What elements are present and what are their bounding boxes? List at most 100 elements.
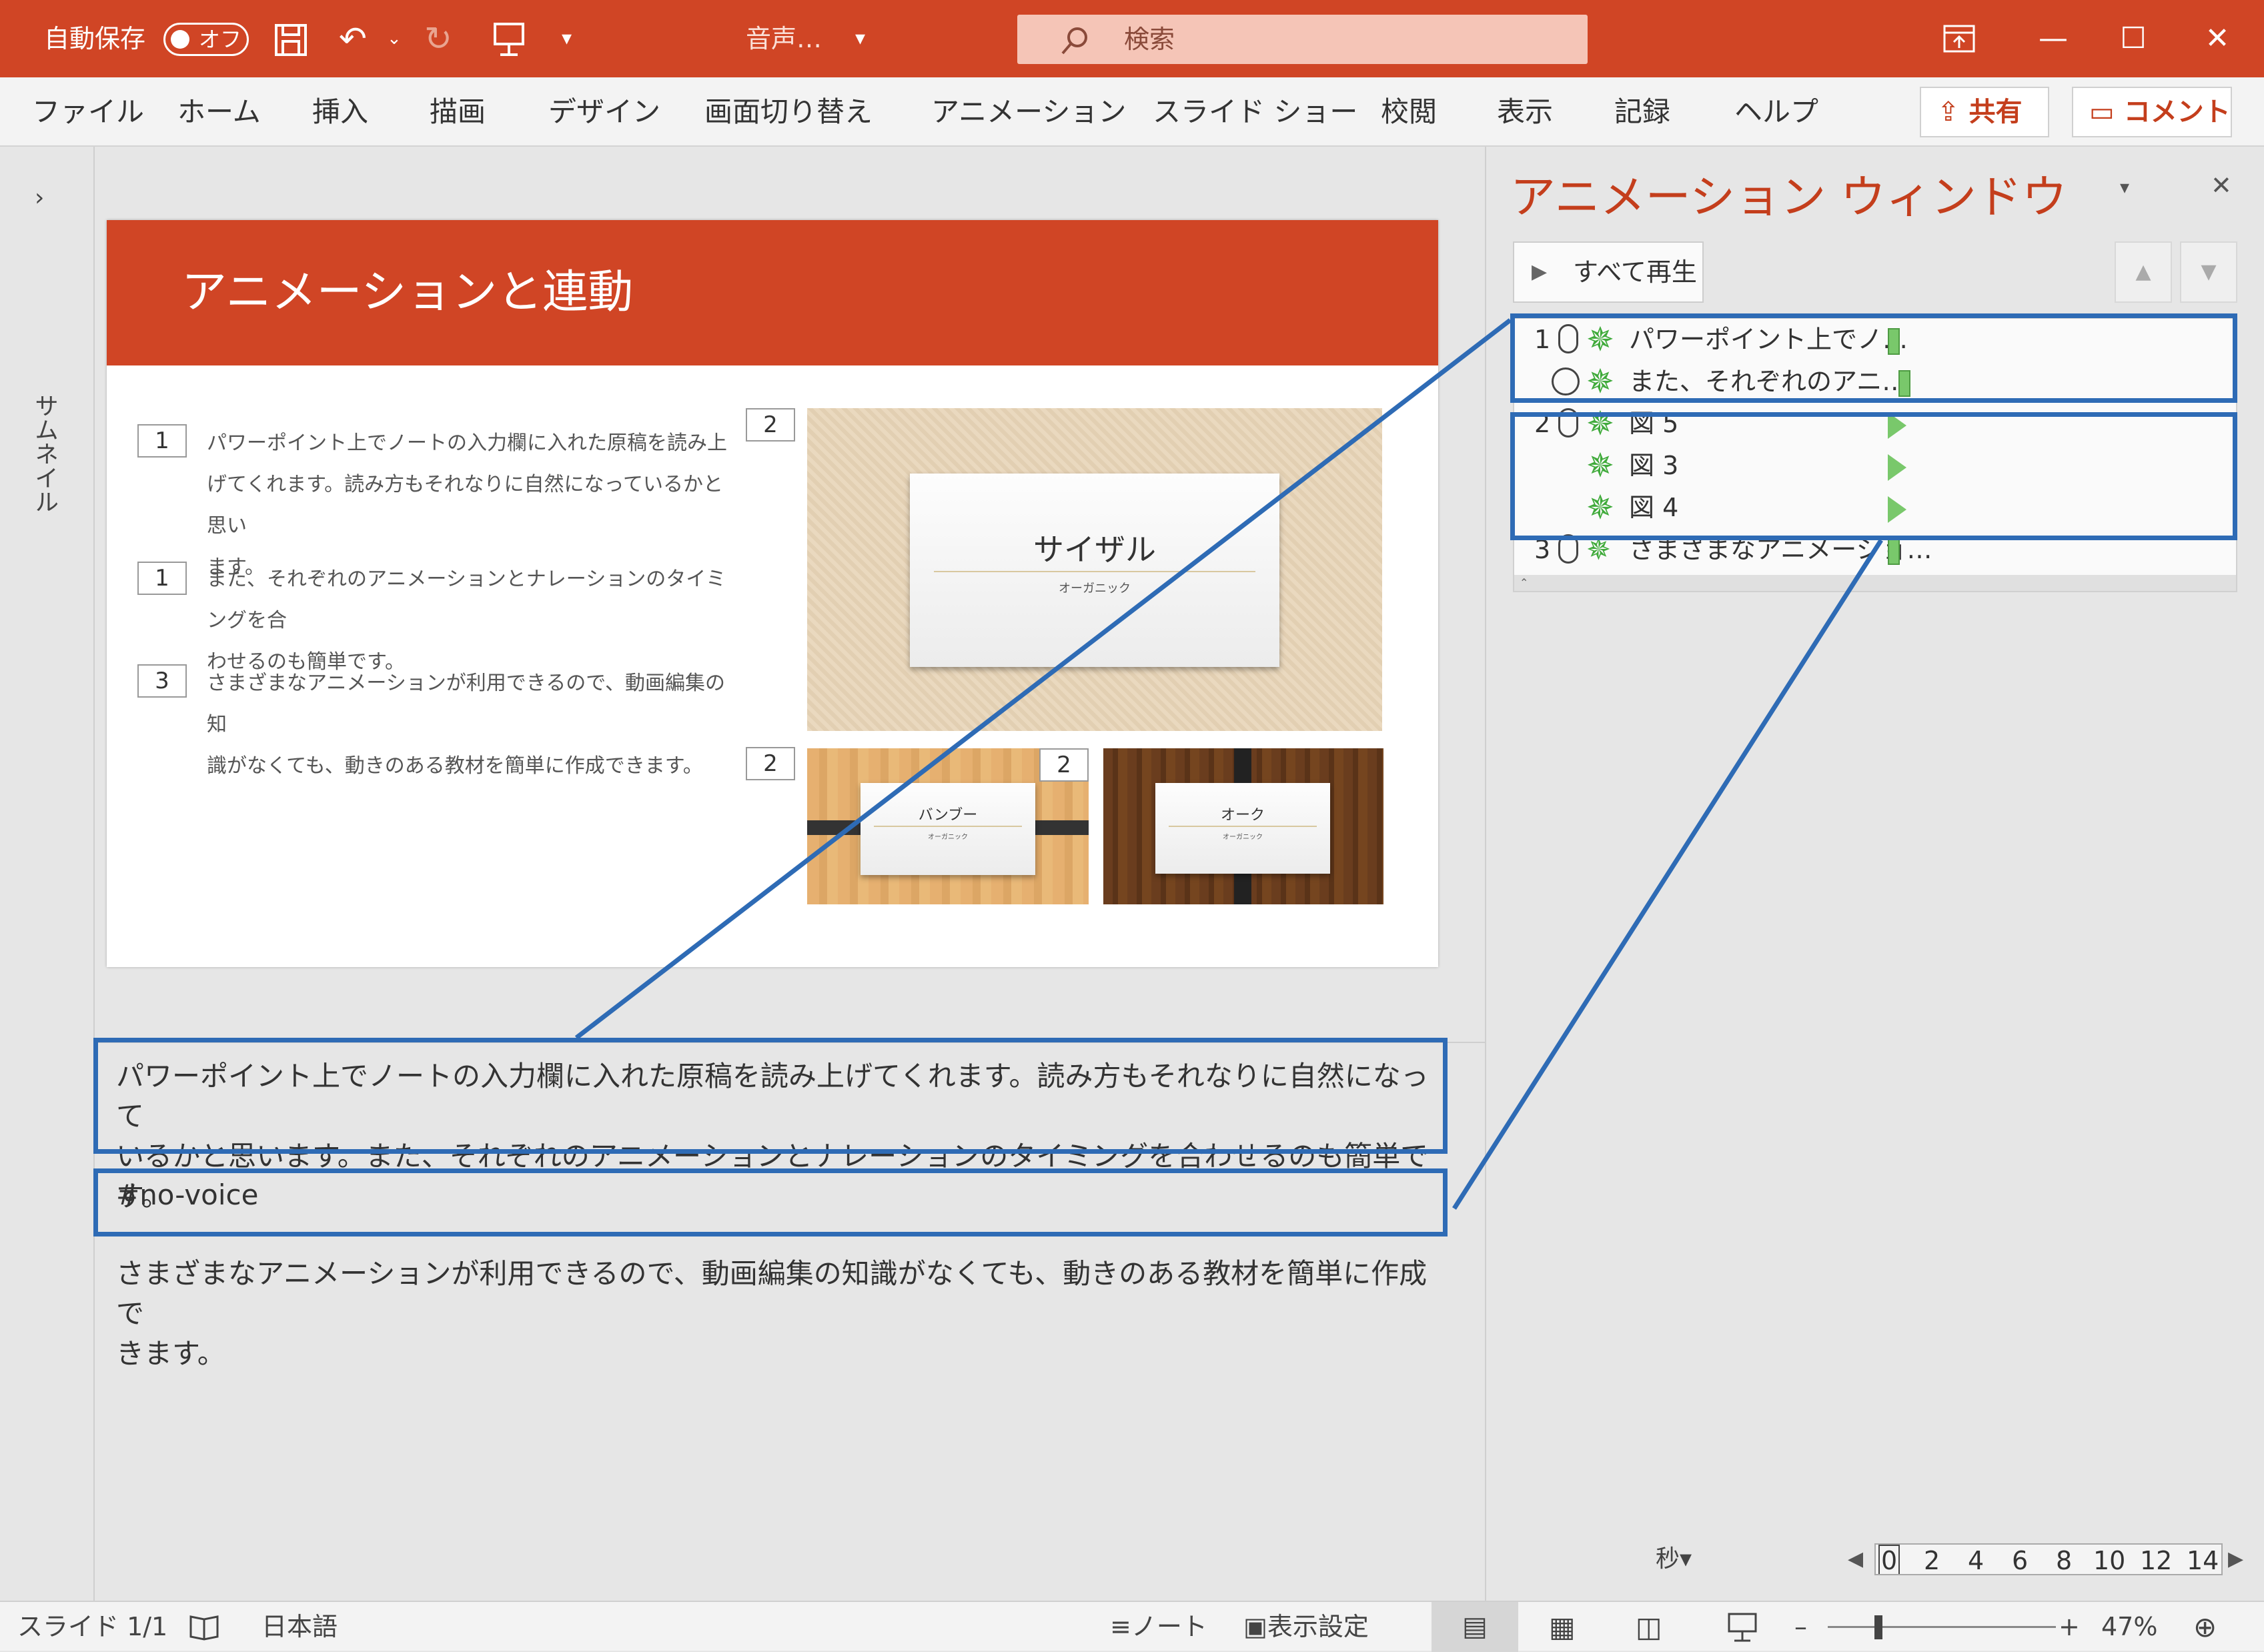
bullet-text[interactable]: さまざまなアニメーションが利用できるので、動画編集の知 識がなくても、動きのある… <box>207 663 727 787</box>
notes-icon: ≡ <box>1110 1612 1131 1641</box>
share-icon: ⇪ <box>1937 97 1960 127</box>
maximize-icon[interactable]: ☐ <box>2093 0 2173 77</box>
comment-icon: ▭ <box>2089 97 2115 127</box>
autosave-state: オフ <box>199 27 242 52</box>
animation-order-marker: 2 <box>746 747 795 780</box>
slideshow-view-icon[interactable] <box>1726 1611 1758 1643</box>
search-box[interactable]: 検索 <box>1017 15 1588 64</box>
notes-paragraph[interactable]: さまざまなアニメーションが利用できるので、動画編集の知識がなくても、動きのある教… <box>116 1254 1450 1374</box>
tab-view[interactable]: 表示 <box>1497 77 1553 147</box>
notes-line: さまざまなアニメーションが利用できるので、動画編集の知識がなくても、動きのある教… <box>116 1257 1428 1330</box>
animation-order-marker: 2 <box>1039 748 1089 782</box>
tab-draw[interactable]: 描画 <box>430 77 486 147</box>
play-all-button[interactable]: ▶ すべて再生 <box>1513 241 1704 303</box>
tab-slideshow[interactable]: スライド ショー <box>1153 77 1357 147</box>
pane-options-dropdown-icon[interactable]: ▾ <box>2120 176 2129 198</box>
zoom-in-icon[interactable]: + <box>2059 1602 2080 1652</box>
callout-box-group2 <box>1510 412 2237 540</box>
ribbon-tab-bar: ファイル ホーム 挿入 描画 デザイン 画面切り替え アニメーション スライド … <box>0 77 2264 147</box>
tab-animations[interactable]: アニメーション <box>931 77 1126 147</box>
photo-oak[interactable]: オーク オーガニック <box>1103 748 1383 904</box>
ribbon-display-options-icon[interactable] <box>1942 24 1976 53</box>
timeline-tick: 12 <box>2140 1546 2173 1575</box>
timeline-tick: 6 <box>2012 1546 2029 1575</box>
timeline: 秒▾ ◀ 0 2 4 6 8 10 12 14 ▶ <box>1486 1533 2264 1586</box>
slide-title[interactable]: アニメーションと連動 <box>181 220 633 365</box>
photo-bamboo[interactable]: バンブー オーガニック 2 <box>807 748 1089 904</box>
photo-sisal[interactable]: サイザル オーガニック <box>807 408 1382 731</box>
zoom-slider-thumb[interactable] <box>1874 1615 1882 1639</box>
title-bar: 自動保存 オフ ↶ ⌄ ↻ ▾ 音声… ▾ 検索 — ☐ ✕ <box>0 0 2264 77</box>
document-name[interactable]: 音声… <box>746 0 822 77</box>
tab-record[interactable]: 記録 <box>1614 77 1670 147</box>
search-icon <box>1061 27 1087 55</box>
timeline-tick: 4 <box>1968 1546 1985 1575</box>
time-unit-label: 秒 <box>1656 1545 1680 1573</box>
minimize-icon[interactable]: — <box>2013 0 2093 77</box>
card-divider <box>1169 826 1317 827</box>
move-up-button[interactable]: ▲ <box>2115 241 2172 303</box>
zoom-slider[interactable] <box>1828 1615 2056 1639</box>
language-indicator[interactable]: 日本語 <box>261 1602 338 1652</box>
scroll-right-icon[interactable]: ▶ <box>2228 1533 2243 1586</box>
callout-box-group1 <box>1510 313 2237 403</box>
collapse-list-icon[interactable]: ⌃ <box>1514 575 2236 591</box>
save-icon[interactable] <box>273 23 308 57</box>
close-pane-icon[interactable]: ✕ <box>2211 171 2232 200</box>
animation-order-marker: 1 <box>137 424 187 458</box>
close-window-icon[interactable]: ✕ <box>2177 0 2257 77</box>
undo-dropdown-icon[interactable]: ⌄ <box>387 0 402 77</box>
share-button[interactable]: ⇪ 共有 <box>1920 87 2049 137</box>
zoom-level[interactable]: 47% <box>2101 1602 2157 1652</box>
tab-transitions[interactable]: 画面切り替え <box>704 77 873 147</box>
toggle-knob <box>171 30 189 49</box>
move-down-button[interactable]: ▼ <box>2180 241 2237 303</box>
photo-subtitle: オーガニック <box>928 834 968 841</box>
animation-order-marker: 2 <box>746 408 795 442</box>
doc-name-dropdown-icon[interactable]: ▾ <box>855 0 865 77</box>
slide-canvas[interactable]: アニメーションと連動 1 パワーポイント上でノートの入力欄に入れた原稿を読み上 … <box>107 220 1438 967</box>
tab-design[interactable]: デザイン <box>548 77 660 147</box>
timing-bar[interactable] <box>1888 538 1900 565</box>
fit-to-window-icon[interactable]: ⊕ <box>2193 1602 2217 1652</box>
tab-home[interactable]: ホーム <box>177 77 261 147</box>
comment-button[interactable]: ▭ コメント <box>2072 87 2232 137</box>
status-bar: スライド 1/1 日本語 ≡ノート ▣表示設定 ▤ ▦ ◫ – + 47% ⊕ <box>0 1601 2264 1652</box>
photo-title: サイザル <box>1033 532 1156 568</box>
bullet-line: 識がなくても、動きのある教材を簡単に作成できます。 <box>207 754 703 778</box>
timeline-tick: 8 <box>2056 1546 2073 1575</box>
accessibility-check-icon[interactable] <box>188 1613 221 1642</box>
autosave-toggle[interactable]: オフ <box>163 23 249 56</box>
thumbnail-pane: › サムネイル <box>0 147 95 1601</box>
timeline-ruler[interactable]: 0 2 4 6 8 10 12 14 <box>1874 1543 2223 1575</box>
quick-access-dropdown-icon[interactable]: ▾ <box>562 0 572 77</box>
timeline-tick: 0 <box>1878 1545 1900 1574</box>
notes-toggle[interactable]: ≡ノート <box>1110 1602 1207 1652</box>
tab-review[interactable]: 校閲 <box>1381 77 1437 147</box>
timeline-tick: 14 <box>2187 1546 2219 1575</box>
display-settings-icon: ▣ <box>1243 1612 1267 1641</box>
display-settings-button[interactable]: ▣表示設定 <box>1243 1602 1369 1652</box>
expand-thumbnails-icon[interactable]: › <box>35 184 44 211</box>
reading-view-icon[interactable]: ◫ <box>1636 1602 1662 1652</box>
slide-title-bar: アニメーションと連動 <box>107 220 1438 365</box>
tab-file[interactable]: ファイル <box>32 77 144 147</box>
thumbnail-label[interactable]: サムネイル <box>27 393 61 514</box>
display-settings-label: 表示設定 <box>1267 1612 1369 1641</box>
tab-insert[interactable]: 挿入 <box>312 77 368 147</box>
normal-view-icon[interactable]: ▤ <box>1432 1602 1518 1652</box>
bullet-line: さまざまなアニメーションが利用できるので、動画編集の知 <box>207 672 725 736</box>
scroll-left-icon[interactable]: ◀ <box>1848 1533 1863 1586</box>
notes-line: きます。 <box>116 1337 225 1370</box>
animation-pane-title: アニメーション ウィンドウ <box>1510 171 2067 224</box>
bullet-line: げてくれます。読み方もそれなりに自然になっているかと思い <box>207 473 723 538</box>
photo-card: サイザル オーガニック <box>910 474 1279 667</box>
zoom-out-icon[interactable]: – <box>1794 1602 1807 1652</box>
slide-sorter-view-icon[interactable]: ▦ <box>1549 1602 1576 1652</box>
time-unit-selector[interactable]: 秒▾ <box>1656 1533 1692 1586</box>
tab-help[interactable]: ヘルプ <box>1734 77 1818 147</box>
bullet-line: パワーポイント上でノートの入力欄に入れた原稿を読み上 <box>207 432 727 455</box>
undo-icon[interactable]: ↶ <box>339 0 367 77</box>
presentation-start-icon[interactable] <box>492 21 526 57</box>
timeline-tick: 2 <box>1924 1546 1940 1575</box>
